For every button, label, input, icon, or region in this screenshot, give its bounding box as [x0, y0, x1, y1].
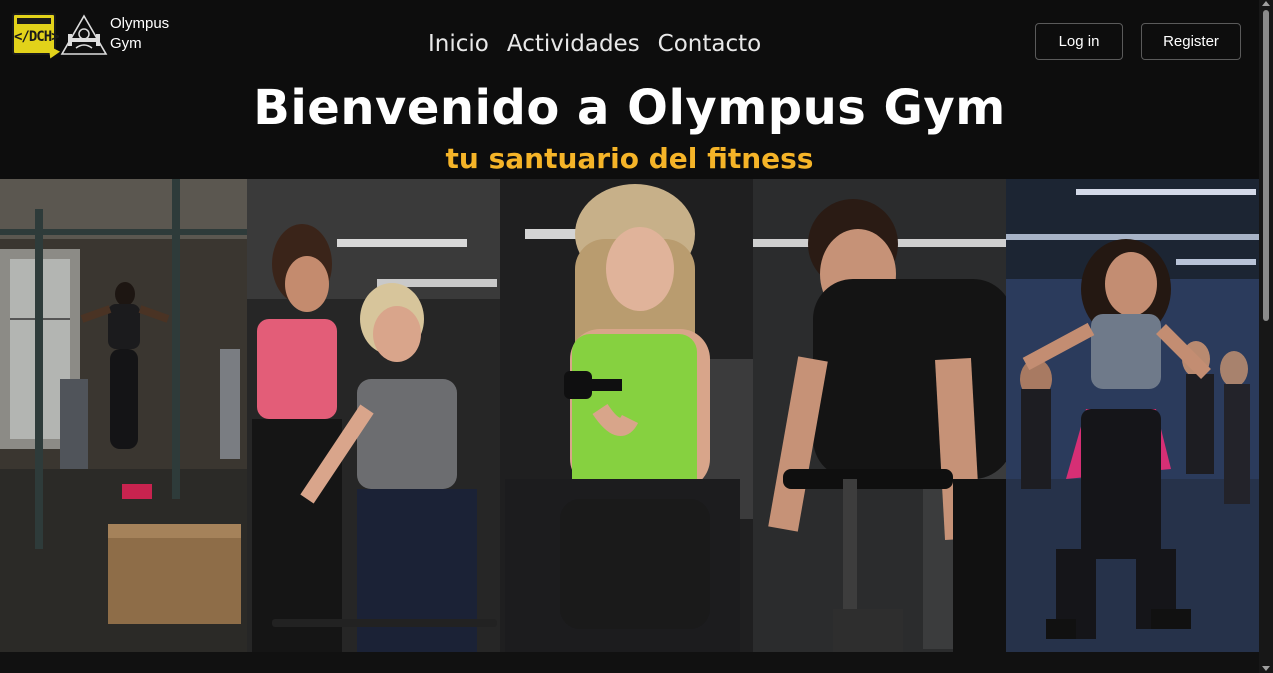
developer-logo-text: </DCH>	[14, 29, 60, 45]
dance-class-photo	[1006, 179, 1259, 652]
vertical-scrollbar[interactable]	[1259, 0, 1273, 673]
site-header: </DCH> Olympus Gym Inicio Actividades Co…	[0, 0, 1259, 86]
crossfit-ring-photo	[0, 179, 247, 652]
developer-logo[interactable]: </DCH>	[12, 13, 61, 59]
page-bottom-strip	[0, 652, 1259, 673]
page: </DCH> Olympus Gym Inicio Actividades Co…	[0, 0, 1273, 673]
login-button[interactable]: Log in	[1035, 23, 1123, 60]
brand-name[interactable]: Olympus Gym	[110, 14, 190, 54]
brand-name-line2: Gym	[110, 35, 142, 52]
hero-subtitle: tu santuario del fitness	[445, 142, 814, 175]
photo-gallery	[0, 179, 1259, 652]
nav-item-inicio[interactable]: Inicio	[428, 29, 489, 59]
scroll-thumb[interactable]	[1263, 10, 1269, 321]
logo-window-bar	[17, 18, 51, 24]
nav-item-actividades[interactable]: Actividades	[507, 29, 640, 59]
olympus-gym-logo-icon[interactable]	[60, 14, 108, 56]
spin-bike-photo	[753, 179, 1006, 652]
dumbbell-curl-photo	[500, 179, 753, 652]
hero-title: Bienvenido a Olympus Gym	[253, 80, 1006, 136]
scroll-up-icon[interactable]	[1262, 1, 1270, 6]
main-nav: Inicio Actividades Contacto	[428, 29, 761, 59]
scroll-down-icon[interactable]	[1262, 666, 1270, 671]
register-button[interactable]: Register	[1141, 23, 1241, 60]
trainer-squat-photo	[247, 179, 500, 652]
brand-name-line1: Olympus	[110, 15, 170, 32]
nav-item-contacto[interactable]: Contacto	[658, 29, 762, 59]
